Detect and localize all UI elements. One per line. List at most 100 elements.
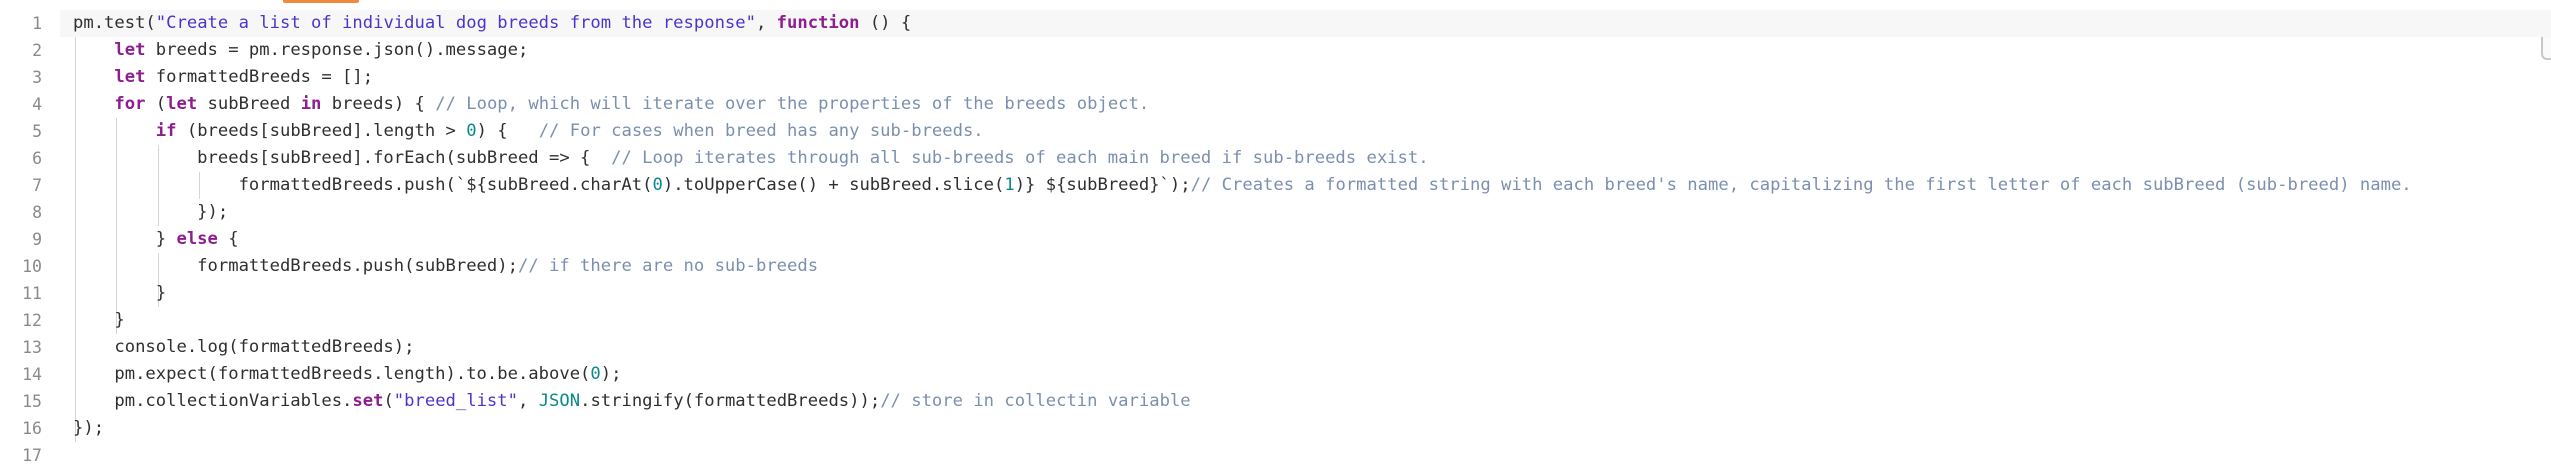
code-text: } (73, 280, 166, 307)
code-token: }); (73, 202, 229, 222)
number-token: 0 (590, 364, 601, 384)
code-text: if (breeds[subBreed].length > 0) { // Fo… (73, 118, 984, 145)
line-number: 7 (32, 176, 42, 195)
line-number: 10 (22, 257, 42, 276)
code-line[interactable]: 16}); (0, 415, 2551, 442)
code-text: breeds[subBreed].forEach(subBreed => { /… (73, 145, 1429, 172)
code-text: formattedBreeds.push(subBreed);// if the… (73, 253, 818, 280)
code-token: breeds = pm.response.json().message; (145, 40, 529, 60)
code-token: )} ${subBreed}`); (1014, 175, 1191, 195)
code-token: formattedBreeds.push(`${subBreed.charAt( (73, 175, 653, 195)
code-text: }); (73, 199, 228, 226)
code-line[interactable]: 4 for (let subBreed in breeds) { // Loop… (0, 91, 2551, 118)
string-token: "Create a list of individual dog breeds … (155, 13, 756, 33)
line-number: 9 (32, 230, 42, 249)
number-token: JSON (538, 391, 581, 411)
code-text: let formattedBreeds = []; (73, 64, 373, 91)
keyword-token: for (114, 94, 146, 114)
code-token: , (517, 391, 539, 411)
code-line[interactable]: 12 } (0, 307, 2551, 334)
comment-token: // store in collectin variable (880, 391, 1191, 411)
string-token: "breed_list" (393, 391, 518, 411)
line-number: 6 (32, 149, 42, 168)
code-token: () { (859, 13, 912, 33)
code-text: formattedBreeds.push(`${subBreed.charAt(… (73, 172, 2412, 199)
code-line[interactable]: 15 pm.collectionVariables.set("breed_lis… (0, 388, 2551, 415)
code-line[interactable]: 7 formattedBreeds.push(`${subBreed.charA… (0, 172, 2551, 199)
keyword-token: set (352, 391, 384, 411)
code-token: , (755, 13, 777, 33)
code-token: breeds[subBreed].forEach(subBreed => { (73, 148, 612, 168)
code-line[interactable]: 10 formattedBreeds.push(subBreed);// if … (0, 253, 2551, 280)
code-token: console.log(formattedBreeds); (73, 337, 415, 357)
line-number: 15 (22, 392, 42, 411)
line-number: 14 (22, 365, 42, 384)
code-text: pm.test("Create a list of individual dog… (73, 10, 911, 37)
code-text: for (let subBreed in breeds) { // Loop, … (73, 91, 1149, 118)
code-line[interactable]: 1 pm.test("Create a list of individual do… (0, 10, 2551, 37)
line-number: 16 (22, 419, 42, 438)
code-line[interactable]: 9 } else { (0, 226, 2551, 253)
line-number: 1 (32, 14, 42, 33)
line-number: 12 (22, 311, 42, 330)
code-text: } (73, 307, 125, 334)
code-text: pm.collectionVariables.set("breed_list",… (73, 388, 1191, 415)
code-line[interactable]: 17 (0, 442, 2551, 469)
code-line[interactable]: 2 let breeds = pm.response.json().messag… (0, 37, 2551, 64)
code-token: } (73, 229, 177, 249)
keyword-token: let (114, 40, 146, 60)
code-line[interactable]: 14 pm.expect(formattedBreeds.length).to.… (0, 361, 2551, 388)
line-number: 17 (22, 446, 42, 465)
code-text: }); (73, 415, 104, 442)
code-token: formattedBreeds.push(subBreed); (73, 256, 518, 276)
line-number: 11 (22, 284, 42, 303)
code-token: } (73, 283, 167, 303)
code-token: (breeds[subBreed].length > (176, 121, 467, 141)
code-token: ( (383, 391, 394, 411)
code-text: pm.expect(formattedBreeds.length).to.be.… (73, 361, 621, 388)
comment-token: // Loop, which will iterate over the pro… (435, 94, 1150, 114)
code-line[interactable]: 5 if (breeds[subBreed].length > 0) { // … (0, 118, 2551, 145)
code-token: ).toUpperCase() + subBreed.slice( (662, 175, 1005, 195)
keyword-token: let (166, 94, 198, 114)
code-text: } else { (73, 226, 239, 253)
code-token: .stringify(formattedBreeds)); (580, 391, 881, 411)
line-number: 3 (32, 68, 42, 87)
line-number: 13 (22, 338, 42, 357)
comment-token: // Loop iterates through all sub-breeds … (611, 148, 1429, 168)
line-number: 4 (32, 95, 42, 114)
number-token: 0 (652, 175, 663, 195)
code-token: }); (73, 418, 105, 438)
code-token: { (217, 229, 239, 249)
keyword-token: else (176, 229, 218, 249)
code-line[interactable]: 8 }); (0, 199, 2551, 226)
code-editor[interactable]: 1 pm.test("Create a list of individual do… (0, 0, 2551, 465)
keyword-token: function (776, 13, 860, 33)
line-number: 5 (32, 122, 42, 141)
code-text: console.log(formattedBreeds); (73, 334, 414, 361)
code-text: let breeds = pm.response.json().message; (73, 37, 528, 64)
code-token: formattedBreeds = []; (145, 67, 374, 87)
code-token: ) { (476, 121, 539, 141)
number-token: 1 (1004, 175, 1015, 195)
code-line[interactable]: 3 let formattedBreeds = []; (0, 64, 2551, 91)
number-token: 0 (466, 121, 477, 141)
line-number: 8 (32, 203, 42, 222)
keyword-token: in (300, 94, 322, 114)
code-line[interactable]: 11 } (0, 280, 2551, 307)
code-token: pm.expect(formattedBreeds.length).to.be.… (73, 364, 591, 384)
code-line[interactable]: 13 console.log(formattedBreeds); (0, 334, 2551, 361)
comment-token: // Creates a formatted string with each … (1190, 175, 2412, 195)
code-token: ( (145, 94, 167, 114)
code-line[interactable]: 6 breeds[subBreed].forEach(subBreed => {… (0, 145, 2551, 172)
keyword-token: if (155, 121, 177, 141)
comment-token: // if there are no sub-breeds (517, 256, 819, 276)
code-token: } (73, 310, 125, 330)
line-number: 2 (32, 41, 42, 60)
code-token: pm.collectionVariables. (73, 391, 353, 411)
comment-token: // For cases when breed has any sub-bree… (538, 121, 984, 141)
